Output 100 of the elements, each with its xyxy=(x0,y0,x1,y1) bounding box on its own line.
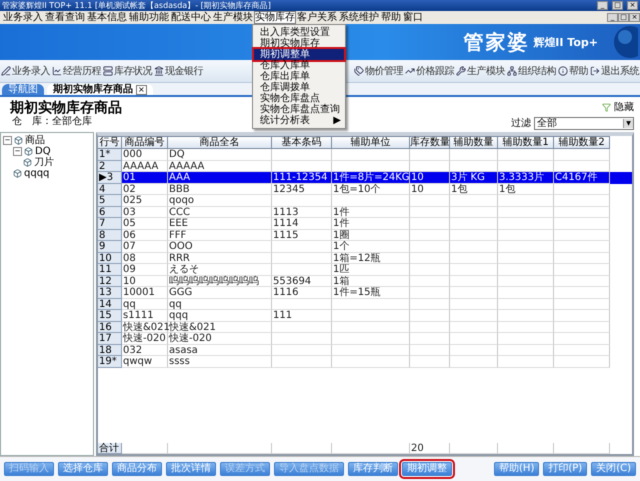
toolbar-button[interactable]: 组织结构 xyxy=(506,64,557,78)
menu-item[interactable]: 出入库类型设置 xyxy=(254,27,344,38)
column-header[interactable]: 辅助单位 xyxy=(332,136,410,149)
hide-link[interactable]: 隐藏 xyxy=(614,100,634,114)
table-row[interactable]: 13 10001 GGG 1116 1件=15瓶 xyxy=(98,287,632,298)
table-row[interactable]: 8 06 FFF 1115 1圈 xyxy=(98,230,632,241)
toolbar-button[interactable]: 帮助 xyxy=(557,64,589,78)
table-row[interactable]: 15 s1111 qqq 111 xyxy=(98,310,632,322)
table-cell xyxy=(498,149,554,160)
table-cell xyxy=(450,333,498,344)
menu-item[interactable]: 客户关系 xyxy=(296,11,338,24)
menu-item[interactable]: 查看查询 xyxy=(44,11,86,24)
table-row[interactable]: 14 qq qq xyxy=(98,298,632,310)
menu-item[interactable]: 统计分析表 ▶ xyxy=(254,115,344,126)
table-cell: 10001 xyxy=(122,287,168,298)
menu-item[interactable]: 业务录入 xyxy=(2,11,44,24)
table-row[interactable]: 9 07 OOO 1个 xyxy=(98,241,632,252)
menu-item[interactable]: 基本信息 xyxy=(86,11,128,24)
menu-item[interactable]: 仓库出库单 xyxy=(254,71,344,82)
toolbar-button[interactable]: 现金银行 xyxy=(153,64,204,78)
column-header[interactable]: 辅助数量1 xyxy=(498,136,554,149)
column-header[interactable]: 库存数量 xyxy=(410,136,450,149)
menu-item[interactable]: 配送中心 xyxy=(170,11,212,24)
menu-item[interactable]: 系统维护 xyxy=(338,11,380,24)
tab[interactable]: 导航图 xyxy=(2,84,44,95)
table-cell: 10 xyxy=(410,172,450,184)
toolbar-button[interactable]: 经营历程 xyxy=(51,64,102,78)
table-cell: CCC xyxy=(168,206,272,218)
pen-icon xyxy=(1,66,11,76)
column-header[interactable]: 辅助数量 xyxy=(450,136,498,149)
box-icon xyxy=(24,147,33,156)
toolbar-button[interactable]: 生产模块 xyxy=(455,64,506,78)
edition-text: 辉煌II Top+ xyxy=(533,34,598,50)
column-header[interactable]: 基本条码 xyxy=(272,136,332,149)
table-cell xyxy=(554,252,610,264)
table-cell: 111-12354 xyxy=(272,172,332,184)
menu-item[interactable]: 实物仓库盘点查询 xyxy=(254,104,344,115)
row-number: 16 xyxy=(98,322,122,333)
toolbar-button[interactable]: 退出系统 xyxy=(589,64,640,78)
table-cell xyxy=(450,287,498,298)
table-row[interactable]: 19* qwqw ssss xyxy=(98,356,632,368)
menu-item[interactable]: 窗口 xyxy=(402,11,424,24)
column-header[interactable]: 辅助数量2 xyxy=(554,136,610,149)
table-cell: DQ xyxy=(168,149,272,160)
toolbar-button[interactable]: 物价管理 xyxy=(353,64,404,78)
menu-item[interactable]: 辅助功能 xyxy=(128,11,170,24)
tree-item[interactable]: 商品 xyxy=(25,135,45,146)
tab[interactable]: 期初实物库存商品 × xyxy=(47,84,153,95)
menu-item[interactable]: 仓库调拨单 xyxy=(254,82,344,93)
menu-item[interactable]: 生产模块 xyxy=(212,11,254,24)
table-cell: qwqw xyxy=(122,356,168,368)
table-cell: 032 xyxy=(122,344,168,356)
row-number: 10 xyxy=(98,252,122,264)
table-row[interactable]: ▶3 01 AAA 111-12354 1件=8片=24KG 10 3片 KG 3.3333片 C4167件 xyxy=(98,172,632,184)
table-row[interactable]: 5 025 qoqo xyxy=(98,195,632,206)
toolbar-button[interactable]: 业务录入 xyxy=(0,64,51,78)
table-cell xyxy=(272,252,332,264)
row-number: 15 xyxy=(98,310,122,322)
table-cell: 1件=15瓶 xyxy=(332,287,410,298)
tree-item[interactable]: qqqq xyxy=(24,168,50,179)
toolbar-button[interactable]: 价格跟踪 xyxy=(404,64,455,78)
menu-item[interactable]: 期初调整单 xyxy=(254,49,344,60)
table-cell: 1匹 xyxy=(332,264,410,276)
table-cell xyxy=(450,356,498,368)
table-cell: 06 xyxy=(122,230,168,241)
table-row[interactable]: 11 09 えるそ 1匹 xyxy=(98,264,632,276)
table-row[interactable]: 10 08 RRR 1箱=12瓶 xyxy=(98,252,632,264)
table-row[interactable]: 1* 000 DQ xyxy=(98,149,632,160)
table-cell: 20 xyxy=(410,442,450,454)
server-icon xyxy=(103,66,113,76)
toolbar-button[interactable]: 库存状况 xyxy=(102,64,153,78)
menu-item[interactable]: 帮助 xyxy=(380,11,402,24)
table-row[interactable]: 7 05 EEE 1114 1件 xyxy=(98,218,632,230)
table-cell xyxy=(554,184,610,195)
table-cell: 快速-020 xyxy=(168,333,272,344)
close-icon[interactable]: × xyxy=(136,84,147,94)
table-cell xyxy=(410,287,450,298)
table-cell xyxy=(554,298,610,310)
table-cell: GGG xyxy=(168,287,272,298)
table-row[interactable]: 12 10 呜呜呜呜呜呜呜呜呜 553694 1箱 xyxy=(98,276,632,287)
window-title: 管家婆辉煌II TOP+ 11.1 [单机测试帐套【asdasda】- [期初实物库存商品] xyxy=(2,0,272,11)
table-row[interactable]: 17 快速-020 快速-020 xyxy=(98,333,632,344)
table-row[interactable]: 6 03 CCC 1113 1件 xyxy=(98,206,632,218)
table-row[interactable]: 18 032 asasa xyxy=(98,344,632,356)
menu-item[interactable]: 实物仓库盘点 xyxy=(254,93,344,104)
row-number: 9 xyxy=(98,241,122,252)
table-row[interactable]: 16 快速&021快速&021 xyxy=(98,322,632,333)
menu-item[interactable]: 仓库入库单 xyxy=(254,60,344,71)
tree-item[interactable]: DQ xyxy=(35,146,51,157)
menu-item[interactable]: 期初实物库存 xyxy=(254,38,344,49)
table-cell xyxy=(498,218,554,230)
tree-item[interactable]: 刀片 xyxy=(34,157,54,168)
column-header[interactable]: 商品全名 xyxy=(168,136,272,149)
column-header[interactable]: 商品编号 xyxy=(122,136,168,149)
table-cell xyxy=(272,442,332,454)
menu-item[interactable]: 实物库存 xyxy=(254,11,296,24)
table-cell xyxy=(450,195,498,206)
column-header[interactable]: 行号 xyxy=(98,136,122,149)
table-row[interactable]: 4 02 BBB 12345 1包=10个 10 1包 1包 xyxy=(98,184,632,195)
table-cell xyxy=(554,322,610,333)
